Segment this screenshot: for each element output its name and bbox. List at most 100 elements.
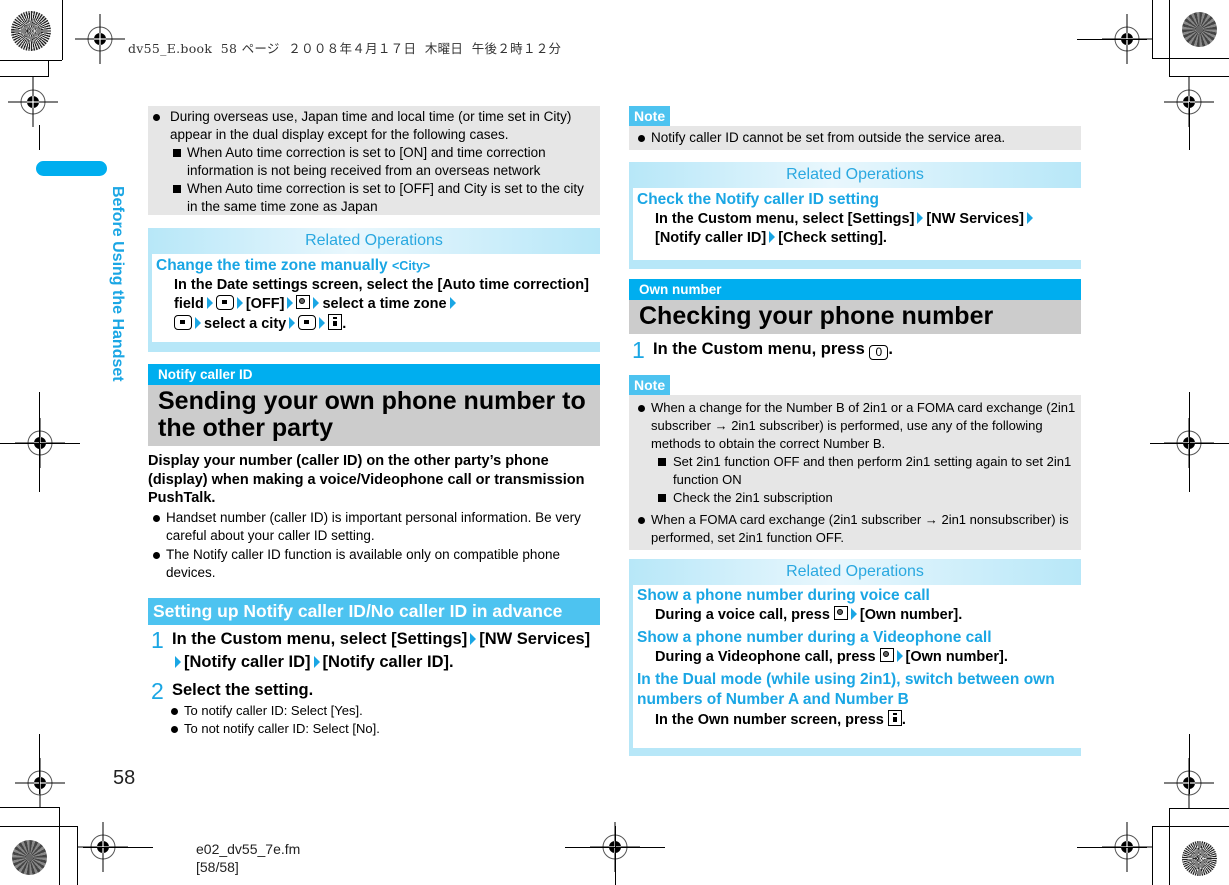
related-operations-heading: Related Operations: [148, 228, 600, 254]
related-op-title: In the Dual mode (while using 2in1), swi…: [637, 671, 1055, 708]
desc-text: In the Own number screen, press: [655, 712, 884, 728]
color-target-bottom-right: [1182, 841, 1217, 876]
section-notify-caller-id: Notify caller ID Sending your own phone …: [148, 364, 600, 582]
note-bullet: When a change for the Number B of 2in1 o…: [633, 399, 1077, 453]
color-target-top-left: [11, 11, 51, 51]
arrow-icon: [195, 317, 201, 329]
desc-text: [OFF]: [245, 296, 285, 312]
step-number: 1: [151, 627, 164, 653]
related-op-description: In the Own number screen, press .: [655, 710, 906, 728]
step-number: 1: [632, 337, 645, 363]
arrow-icon: [1026, 212, 1033, 224]
desc-text: [Notify caller ID]: [655, 230, 767, 246]
center-key-icon: [174, 315, 192, 330]
section-category: Own number: [629, 279, 1081, 300]
arrow-icon: [449, 297, 456, 309]
step-bullet: To not notify caller ID: Select [No].: [166, 720, 600, 738]
i-mode-key-icon: [328, 314, 343, 330]
subsection-setup: Setting up Notify caller ID/No caller ID…: [148, 598, 600, 738]
color-target-bottom-left: [12, 840, 47, 875]
note-subitem: When Auto time correction is set to [ON]…: [148, 144, 596, 180]
arrow-icon: [313, 297, 320, 309]
arrow-icon: [319, 317, 326, 329]
registration-mark: [15, 758, 65, 808]
camera-key-icon: [879, 648, 894, 662]
arrow-icon: [850, 608, 857, 620]
desc-text: During a voice call, press: [655, 607, 830, 623]
section-bullet: Handset number (caller ID) is important …: [148, 509, 600, 545]
step-text: Select the setting.: [172, 681, 314, 699]
registration-mark: [75, 14, 125, 64]
i-mode-key-icon: [887, 710, 902, 726]
note-subitem: Check the 2in1 subscription: [633, 489, 1077, 507]
step-1: 1 In the Custom menu, select [Settings] […: [148, 628, 600, 674]
note-bullet: Notify caller ID cannot be set from outs…: [633, 129, 1077, 147]
note-service-area: Note Notify caller ID cannot be set from…: [629, 106, 1081, 150]
related-operations-time-zone: Related Operations Change the time zone …: [148, 228, 600, 352]
related-op-title: Change the time zone manually <City>: [156, 256, 600, 276]
related-operations-own-number: Related Operations Show a phone number d…: [629, 559, 1081, 756]
desc-text: [NW Services]: [926, 211, 1024, 227]
footer-file-info: e02_dv55_7e.fm [58/58]: [196, 840, 300, 876]
page-number: 58: [113, 767, 136, 789]
note-2in1: Note When a change for the Number B of 2…: [629, 375, 1081, 550]
arrow-icon: [289, 317, 296, 329]
section-category: Notify caller ID: [148, 364, 600, 385]
note-tag: Note: [629, 106, 671, 126]
arrow-icon: [236, 297, 243, 309]
note-subitem: Set 2in1 function OFF and then perform 2…: [633, 453, 1077, 489]
related-operations-check-setting: Related Operations Check the Notify call…: [629, 162, 1081, 269]
desc-text: [Own number].: [905, 649, 1008, 665]
arrow-icon: [917, 212, 924, 224]
arrow-icon: [769, 231, 776, 243]
related-op-title: Show a phone number during a Videophone …: [637, 629, 992, 646]
zero-key-icon: 0: [869, 345, 889, 360]
step-bullet: To notify caller ID: Select [Yes].: [166, 702, 600, 720]
footer-page-range: [58/58]: [196, 859, 239, 875]
section-intro: Display your number (caller ID) on the o…: [148, 453, 585, 506]
related-op-description: During a Videophone call, press [Own num…: [637, 648, 1081, 667]
color-target-top-right: [1182, 12, 1217, 47]
arrow-icon: [313, 656, 320, 668]
camera-key-icon: [296, 295, 311, 309]
step-text: In the Custom menu, select [Settings]: [172, 630, 468, 648]
note-tag: Note: [629, 375, 671, 395]
step-2: 2 Select the setting.: [148, 678, 600, 704]
related-op-title-text: Change the time zone manually: [156, 257, 388, 274]
arrow-icon: [896, 650, 903, 662]
section-bullet: The Notify caller ID function is availab…: [148, 546, 600, 582]
section-own-number: Own number Checking your phone number 1 …: [629, 279, 1081, 363]
center-key-icon: [215, 295, 234, 310]
step-text: [Notify caller ID].: [322, 653, 454, 671]
desc-text: select a city: [204, 316, 287, 332]
related-op-tag: <City>: [392, 259, 431, 273]
desc-text: [Check setting].: [778, 230, 887, 246]
section-title: Checking your phone number: [629, 300, 1081, 334]
desc-text: [Own number].: [859, 607, 963, 623]
chapter-title: Before Using the Handset: [109, 186, 126, 382]
step-number: 2: [151, 678, 164, 704]
footer-filename: e02_dv55_7e.fm: [196, 841, 301, 857]
center-key-icon: [298, 315, 317, 330]
arrow-icon: [470, 633, 477, 645]
registration-mark: [8, 77, 58, 127]
note-subitem: When Auto time correction is set to [OFF…: [148, 180, 596, 216]
desc-text: In the Custom menu, select [Settings]: [655, 211, 915, 227]
related-op-description: In the Custom menu, select [Settings] [NW…: [637, 210, 1081, 248]
related-operations-heading: Related Operations: [629, 559, 1081, 585]
desc-text: During a Videophone call, press: [655, 649, 876, 665]
chapter-tab: [36, 161, 107, 176]
arrow-icon: [206, 297, 213, 309]
overseas-note-box: During overseas use, Japan time and loca…: [148, 106, 600, 215]
print-header-meta: dv55_E.book 58 ページ ２００８年４月１７日 木曜日 午後２時１２…: [128, 41, 562, 56]
arrow-icon: [175, 656, 181, 668]
step-text: In the Custom menu, press: [653, 340, 865, 358]
step-1: 1 In the Custom menu, press 0.: [632, 337, 893, 363]
step-text: [Notify caller ID]: [184, 653, 311, 671]
note-bullet: During overseas use, Japan time and loca…: [148, 108, 596, 144]
arrow-icon: [287, 297, 294, 309]
desc-text: select a time zone: [322, 296, 447, 312]
related-operations-heading: Related Operations: [629, 162, 1081, 188]
subsection-title: Setting up Notify caller ID/No caller ID…: [148, 598, 600, 625]
related-op-description: In the Date settings screen, select the …: [174, 277, 589, 332]
